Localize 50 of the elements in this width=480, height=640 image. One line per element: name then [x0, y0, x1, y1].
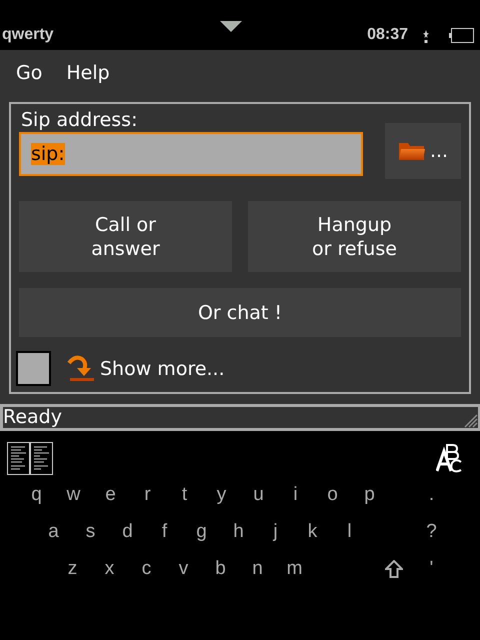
keyboard-key[interactable]: p [351, 484, 388, 506]
show-more-label[interactable]: Show more... [100, 358, 225, 380]
chat-button[interactable]: Or chat ! [19, 288, 461, 337]
call-button[interactable]: Hangup or refuse [248, 201, 461, 272]
keyboard-key[interactable]: r [129, 484, 166, 506]
keyboard-key[interactable]: v [165, 558, 202, 580]
keyboard-key[interactable]: k [294, 520, 331, 542]
shift-icon[interactable] [385, 560, 403, 578]
checkbox[interactable] [16, 351, 51, 386]
keyboard-key[interactable]: . [413, 484, 450, 506]
keyboard-key[interactable]: u [240, 484, 277, 506]
menu-item[interactable]: Go [16, 62, 42, 84]
book-icon[interactable] [7, 442, 53, 474]
keyboard-key[interactable]: a [35, 520, 72, 542]
keyboard-mode: qwerty [2, 25, 54, 45]
keyboard-key[interactable]: c [128, 558, 165, 580]
sip-address-field[interactable]: sip: [19, 132, 363, 176]
keyboard-key[interactable]: o [314, 484, 351, 506]
field-label: Sip address: [20, 109, 138, 131]
keyboard-key[interactable]: t [166, 484, 203, 506]
keyboard-key[interactable]: w [55, 484, 92, 506]
keyboard-key[interactable]: n [239, 558, 276, 580]
keyboard-key[interactable]: e [92, 484, 129, 506]
keyboard-key[interactable]: b [202, 558, 239, 580]
keyboard-key[interactable]: d [109, 520, 146, 542]
keyboard-key[interactable]: z [54, 558, 91, 580]
keyboard-key[interactable]: m [276, 558, 313, 580]
keyboard-key[interactable]: ' [413, 558, 450, 580]
dropdown-icon[interactable] [220, 21, 242, 32]
keyboard-key[interactable]: y [203, 484, 240, 506]
menu-item[interactable]: Help [66, 62, 110, 84]
spellcheck-icon[interactable] [436, 443, 462, 473]
status-bar: Ready [0, 404, 480, 431]
keyboard-key[interactable]: g [183, 520, 220, 542]
resize-grip-icon[interactable] [462, 412, 478, 428]
clock: 08:37 [367, 25, 408, 45]
keyboard-key[interactable]: x [91, 558, 128, 580]
keyboard-key[interactable]: j [257, 520, 294, 542]
keyboard-key[interactable]: s [72, 520, 109, 542]
call-button[interactable]: Call or answer [19, 201, 232, 272]
keyboard-key[interactable]: ? [413, 520, 450, 542]
keyboard-key[interactable]: q [18, 484, 55, 506]
folder-icon [398, 141, 426, 161]
browse-button[interactable]: ... [385, 123, 461, 179]
battery-icon [449, 28, 474, 43]
keyboard-key[interactable]: h [220, 520, 257, 542]
keyboard-key[interactable]: f [146, 520, 183, 542]
curved-arrow-icon [67, 355, 94, 382]
keyboard-key[interactable]: l [331, 520, 368, 542]
keyboard-key[interactable]: i [277, 484, 314, 506]
